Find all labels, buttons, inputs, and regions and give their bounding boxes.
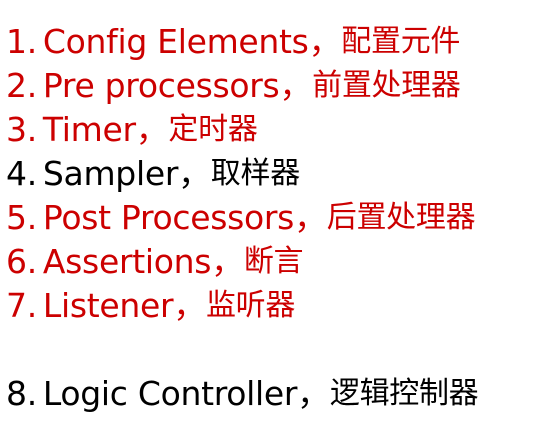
item-number: 8. xyxy=(6,374,37,413)
item-chinese-label: 取样器 xyxy=(210,156,300,191)
item-separator: ， xyxy=(294,198,327,237)
item-english-label: Assertions xyxy=(42,242,212,281)
item-number: 7. xyxy=(6,286,37,325)
item-separator: ， xyxy=(308,22,342,61)
item-chinese-label: 定时器 xyxy=(168,112,258,147)
list-item-timer: 3. Timer ， 定时器 xyxy=(6,108,551,152)
item-chinese-label: 配置元件 xyxy=(341,24,461,59)
item-chinese-label: 断言 xyxy=(243,244,304,279)
item-separator: ， xyxy=(279,66,313,105)
item-chinese-label: 监听器 xyxy=(205,288,296,323)
item-separator: ， xyxy=(173,286,206,325)
item-english-label: Timer xyxy=(42,110,136,149)
item-number: 4. xyxy=(6,154,37,193)
item-number: 5. xyxy=(6,198,37,237)
item-number: 3. xyxy=(6,110,37,149)
item-english-label: Sampler xyxy=(42,154,179,193)
list-item-sampler: 4. Sampler ， 取样器 xyxy=(6,152,551,196)
item-separator: ， xyxy=(211,242,244,281)
list-item-assertions: 6. Assertions ， 断言 xyxy=(6,240,551,284)
item-number: 2. xyxy=(6,66,37,105)
item-english-label: Post Processors xyxy=(42,198,295,237)
item-chinese-label: 后置处理器 xyxy=(326,200,476,235)
item-english-label: Config Elements xyxy=(42,22,309,61)
list-item-pre-processors: 2. Pre processors ， 前置处理器 xyxy=(6,64,551,108)
execution-order-list: 1. Config Elements ， 配置元件 2. Pre process… xyxy=(6,20,551,416)
list-item-logic-controller: 8. Logic Controller ， 逻辑控制器 xyxy=(6,372,551,416)
item-number: 6. xyxy=(6,242,37,281)
item-english-label: Listener xyxy=(42,286,174,325)
item-chinese-label: 逻辑控制器 xyxy=(329,376,479,411)
list-item-listener: 7. Listener ， 监听器 xyxy=(6,284,551,328)
item-separator: ， xyxy=(135,110,169,149)
item-english-label: Pre processors xyxy=(42,66,280,105)
item-separator: ， xyxy=(297,374,330,413)
item-separator: ， xyxy=(178,154,211,193)
item-chinese-label: 前置处理器 xyxy=(312,68,461,103)
list-item-config-elements: 1. Config Elements ， 配置元件 xyxy=(6,20,551,64)
item-number: 1. xyxy=(6,22,37,61)
list-item-post-processors: 5. Post Processors ， 后置处理器 xyxy=(6,196,551,240)
item-english-label: Logic Controller xyxy=(42,374,298,413)
